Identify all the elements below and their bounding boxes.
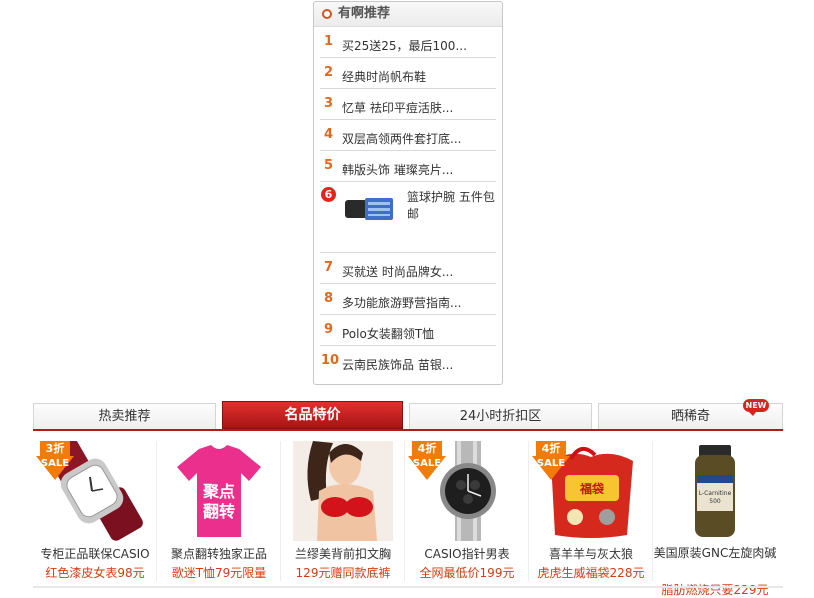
list-item[interactable]: 7 买就送 时尚品牌女... [314,253,502,284]
product-grid: 3折 SALE 专柜正品联保CASIO 红色漆皮女表98元 聚点 翻转 聚点翻转… [33,433,783,597]
item-link[interactable]: 韩版头饰 璀璨亮片... [342,161,492,178]
product-name[interactable]: 聚点翻转独家正品 [157,545,281,562]
tshirt-image[interactable]: 聚点 翻转 [169,441,269,541]
discount-label: 4折 [412,441,442,456]
product-name[interactable]: 美国原装GNC左旋肉碱 [653,545,777,561]
item-link[interactable]: 篮球护腕 五件包邮 [407,189,497,223]
rank-number: 1 [324,34,334,49]
item-link[interactable]: 买25送25，最后100... [342,37,492,54]
tab-24h-discount[interactable]: 24小时折扣区 [409,403,592,429]
sale-label: SALE [40,458,70,469]
list-item-featured[interactable]: 6 篮球护腕 五件包邮 [314,182,502,253]
list-item[interactable]: 3 忆草 祛印平痘活肤... [314,89,502,120]
tab-underline [33,429,783,431]
list-item[interactable]: 4 双层高领两件套打底... [314,120,502,151]
svg-text:聚点: 聚点 [202,482,235,501]
product-card[interactable]: 福袋 4折 SALE 喜羊羊与灰太狼 虎虎生威福袋228元 [529,433,653,588]
product-card[interactable]: L-Carnitine 500 美国原装GNC左旋肉碱 脂肪燃烧只要229元 [653,433,777,597]
product-name[interactable]: CASIO指针男表 [405,545,529,562]
product-price[interactable]: 虎虎生威福袋228元 [529,564,653,581]
recommend-title: 有啊推荐 [338,6,391,21]
rank-number: 10 [321,353,340,368]
item-link[interactable]: Polo女装翻领T恤 [342,325,492,342]
recommend-list: 1 买25送25，最后100... 2 经典时尚帆布鞋 3 忆草 祛印平痘活肤.… [314,27,502,377]
product-name[interactable]: 喜羊羊与灰太狼 [529,545,653,562]
item-link[interactable]: 经典时尚帆布鞋 [342,68,492,85]
recommend-header: 有啊推荐 [314,2,502,27]
product-price[interactable]: 歌迷T恤79元限量 [157,564,281,581]
sale-tag: 4折 SALE [408,441,446,483]
item-link[interactable]: 多功能旅游野营指南... [342,294,492,311]
svg-text:L-Carnitine: L-Carnitine [699,490,732,497]
rank-number: 4 [324,127,334,142]
sale-tag: 3折 SALE [36,441,74,483]
recommend-panel: 有啊推荐 1 买25送25，最后100... 2 经典时尚帆布鞋 3 忆草 祛印… [313,1,503,385]
svg-text:翻转: 翻转 [203,502,235,521]
tab-label: 24小时折扣区 [459,409,542,424]
product-price[interactable]: 129元赠同款底裤 [281,564,405,581]
sale-tag: 4折 SALE [532,441,570,483]
svg-text:福袋: 福袋 [579,481,605,496]
item-link[interactable]: 云南民族饰品 苗银... [342,356,492,373]
list-item[interactable]: 9 Polo女装翻领T恤 [314,315,502,346]
rank-number: 5 [324,158,334,173]
rank-number: 3 [324,96,334,111]
sale-label: SALE [536,458,566,469]
item-link[interactable]: 双层高领两件套打底... [342,130,492,147]
tab-label: 热卖推荐 [98,409,151,424]
list-item[interactable]: 1 买25送25，最后100... [314,27,502,58]
item-link[interactable]: 买就送 时尚品牌女... [342,263,492,280]
rank-number: 7 [324,260,334,275]
product-price[interactable]: 脂肪燃烧只要229元 [653,581,777,598]
rank-number: 6 [321,187,336,202]
product-card[interactable]: 3折 SALE 专柜正品联保CASIO 红色漆皮女表98元 [33,433,157,588]
new-badge: NEW [743,399,769,416]
product-card[interactable]: 兰缪美背前扣文胸 129元赠同款底裤 [281,433,405,588]
rank-number: 8 [324,291,334,306]
supplement-bottle-image[interactable]: L-Carnitine 500 [665,441,765,541]
sale-label: SALE [412,458,442,469]
product-price[interactable]: 全网最低价199元 [405,564,529,581]
product-card[interactable]: 聚点 翻转 聚点翻转独家正品 歌迷T恤79元限量 [157,433,281,588]
discount-label: 4折 [536,441,566,456]
list-item[interactable]: 8 多功能旅游野营指南... [314,284,502,315]
wristband-image[interactable] [341,190,397,228]
tab-label: 晒稀奇 [670,409,710,424]
tab-label: 名品特价 [284,407,341,423]
item-link[interactable]: 忆草 祛印平痘活肤... [342,99,492,116]
tab-hot-sales[interactable]: 热卖推荐 [33,403,216,429]
circle-bullet-icon [322,9,332,19]
rank-number: 9 [324,322,334,337]
tab-show-novelty[interactable]: 晒稀奇 NEW [598,399,783,429]
tab-brand-specials[interactable]: 名品特价 [222,401,403,429]
svg-text:500: 500 [709,498,721,505]
product-name[interactable]: 专柜正品联保CASIO [33,545,157,562]
list-item[interactable]: 2 经典时尚帆布鞋 [314,58,502,89]
category-tabs: 热卖推荐 名品特价 24小时折扣区 晒稀奇 NEW [33,399,783,431]
product-card[interactable]: 4折 SALE CASIO指针男表 全网最低价199元 [405,433,529,588]
list-item[interactable]: 5 韩版头饰 璀璨亮片... [314,151,502,182]
product-name[interactable]: 兰缪美背前扣文胸 [281,545,405,562]
product-price[interactable]: 红色漆皮女表98元 [33,564,157,581]
list-item[interactable]: 10 云南民族饰品 苗银... [314,346,502,377]
model-image[interactable] [293,441,393,541]
discount-label: 3折 [40,441,70,456]
rank-number: 2 [324,65,334,80]
